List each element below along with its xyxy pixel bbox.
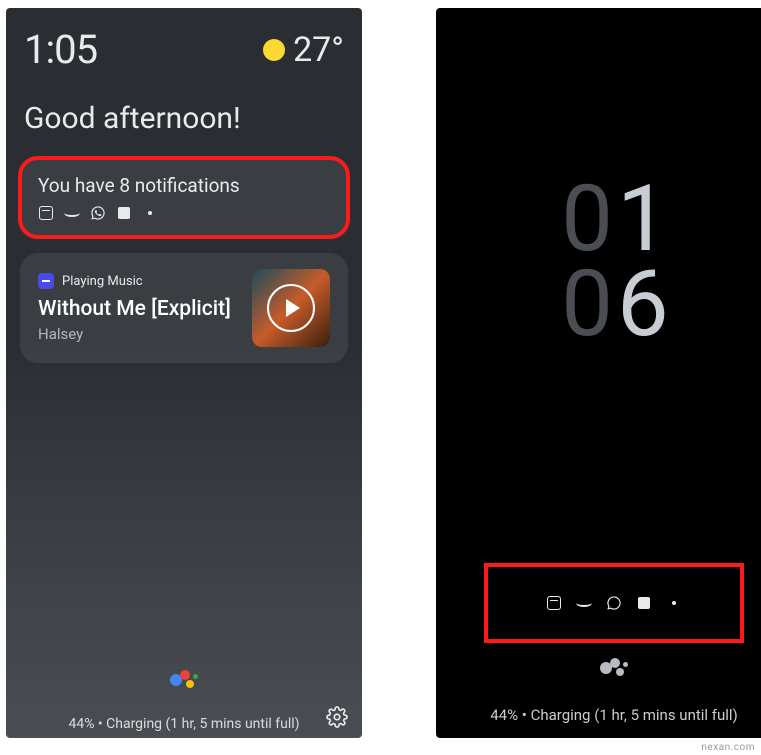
status-row: 1:05 27° bbox=[6, 8, 362, 73]
google-assistant-icon[interactable] bbox=[170, 668, 198, 692]
play-icon bbox=[286, 299, 300, 317]
song-title: Without Me [Explicit] bbox=[38, 297, 252, 321]
media-card[interactable]: Playing Music Without Me [Explicit] Hals… bbox=[20, 253, 348, 363]
notifications-title: You have 8 notifications bbox=[38, 174, 330, 197]
whatsapp-icon bbox=[606, 595, 622, 611]
aod-hour-1: 0 bbox=[561, 178, 611, 263]
aod-clock: 0 1 0 6 bbox=[436, 8, 761, 347]
calendar-icon bbox=[546, 595, 562, 611]
album-art bbox=[252, 269, 330, 347]
notification-icons-row bbox=[38, 205, 330, 221]
gear-icon bbox=[326, 706, 348, 728]
app-icon bbox=[116, 205, 132, 221]
google-assistant-icon[interactable] bbox=[600, 656, 628, 680]
amazon-icon bbox=[576, 595, 592, 611]
aod-min-2: 6 bbox=[617, 263, 667, 348]
more-dot-icon bbox=[142, 205, 158, 221]
aod-right: 0 1 0 6 44% • Charging (1 hr, 5 mins unt… bbox=[436, 8, 761, 738]
lockscreen-left: 1:05 27° Good afternoon! You have 8 noti… bbox=[6, 8, 362, 738]
charging-text: 44% • Charging (1 hr, 5 mins until full) bbox=[68, 716, 299, 732]
temperature: 27° bbox=[293, 30, 344, 70]
media-header: Playing Music bbox=[38, 273, 252, 289]
media-info: Playing Music Without Me [Explicit] Hals… bbox=[38, 273, 252, 343]
clock-time: 1:05 bbox=[24, 26, 97, 73]
aod-assistant-row bbox=[436, 656, 761, 680]
media-app-label: Playing Music bbox=[62, 274, 143, 289]
greeting-text: Good afternoon! bbox=[6, 73, 362, 158]
amazon-icon bbox=[64, 205, 80, 221]
notifications-card[interactable]: You have 8 notifications bbox=[20, 158, 348, 237]
charging-status-bar: 44% • Charging (1 hr, 5 mins until full) bbox=[6, 716, 362, 732]
aod-charging-text: 44% • Charging (1 hr, 5 mins until full) bbox=[436, 706, 761, 724]
aod-icons-highlighted bbox=[484, 563, 744, 643]
settings-button[interactable] bbox=[326, 706, 348, 732]
aod-min-1: 0 bbox=[561, 263, 611, 348]
calendar-icon bbox=[38, 205, 54, 221]
artist-name: Halsey bbox=[38, 325, 252, 343]
sun-icon bbox=[263, 39, 285, 61]
whatsapp-icon bbox=[90, 205, 106, 221]
more-dot-icon bbox=[666, 595, 682, 611]
app-icon bbox=[636, 595, 652, 611]
watermark: nexan.com bbox=[701, 742, 755, 753]
weather-widget[interactable]: 27° bbox=[263, 30, 344, 70]
play-button[interactable] bbox=[267, 284, 315, 332]
music-app-icon bbox=[38, 273, 54, 289]
aod-hour-2: 1 bbox=[617, 178, 667, 263]
assistant-row bbox=[6, 668, 362, 692]
